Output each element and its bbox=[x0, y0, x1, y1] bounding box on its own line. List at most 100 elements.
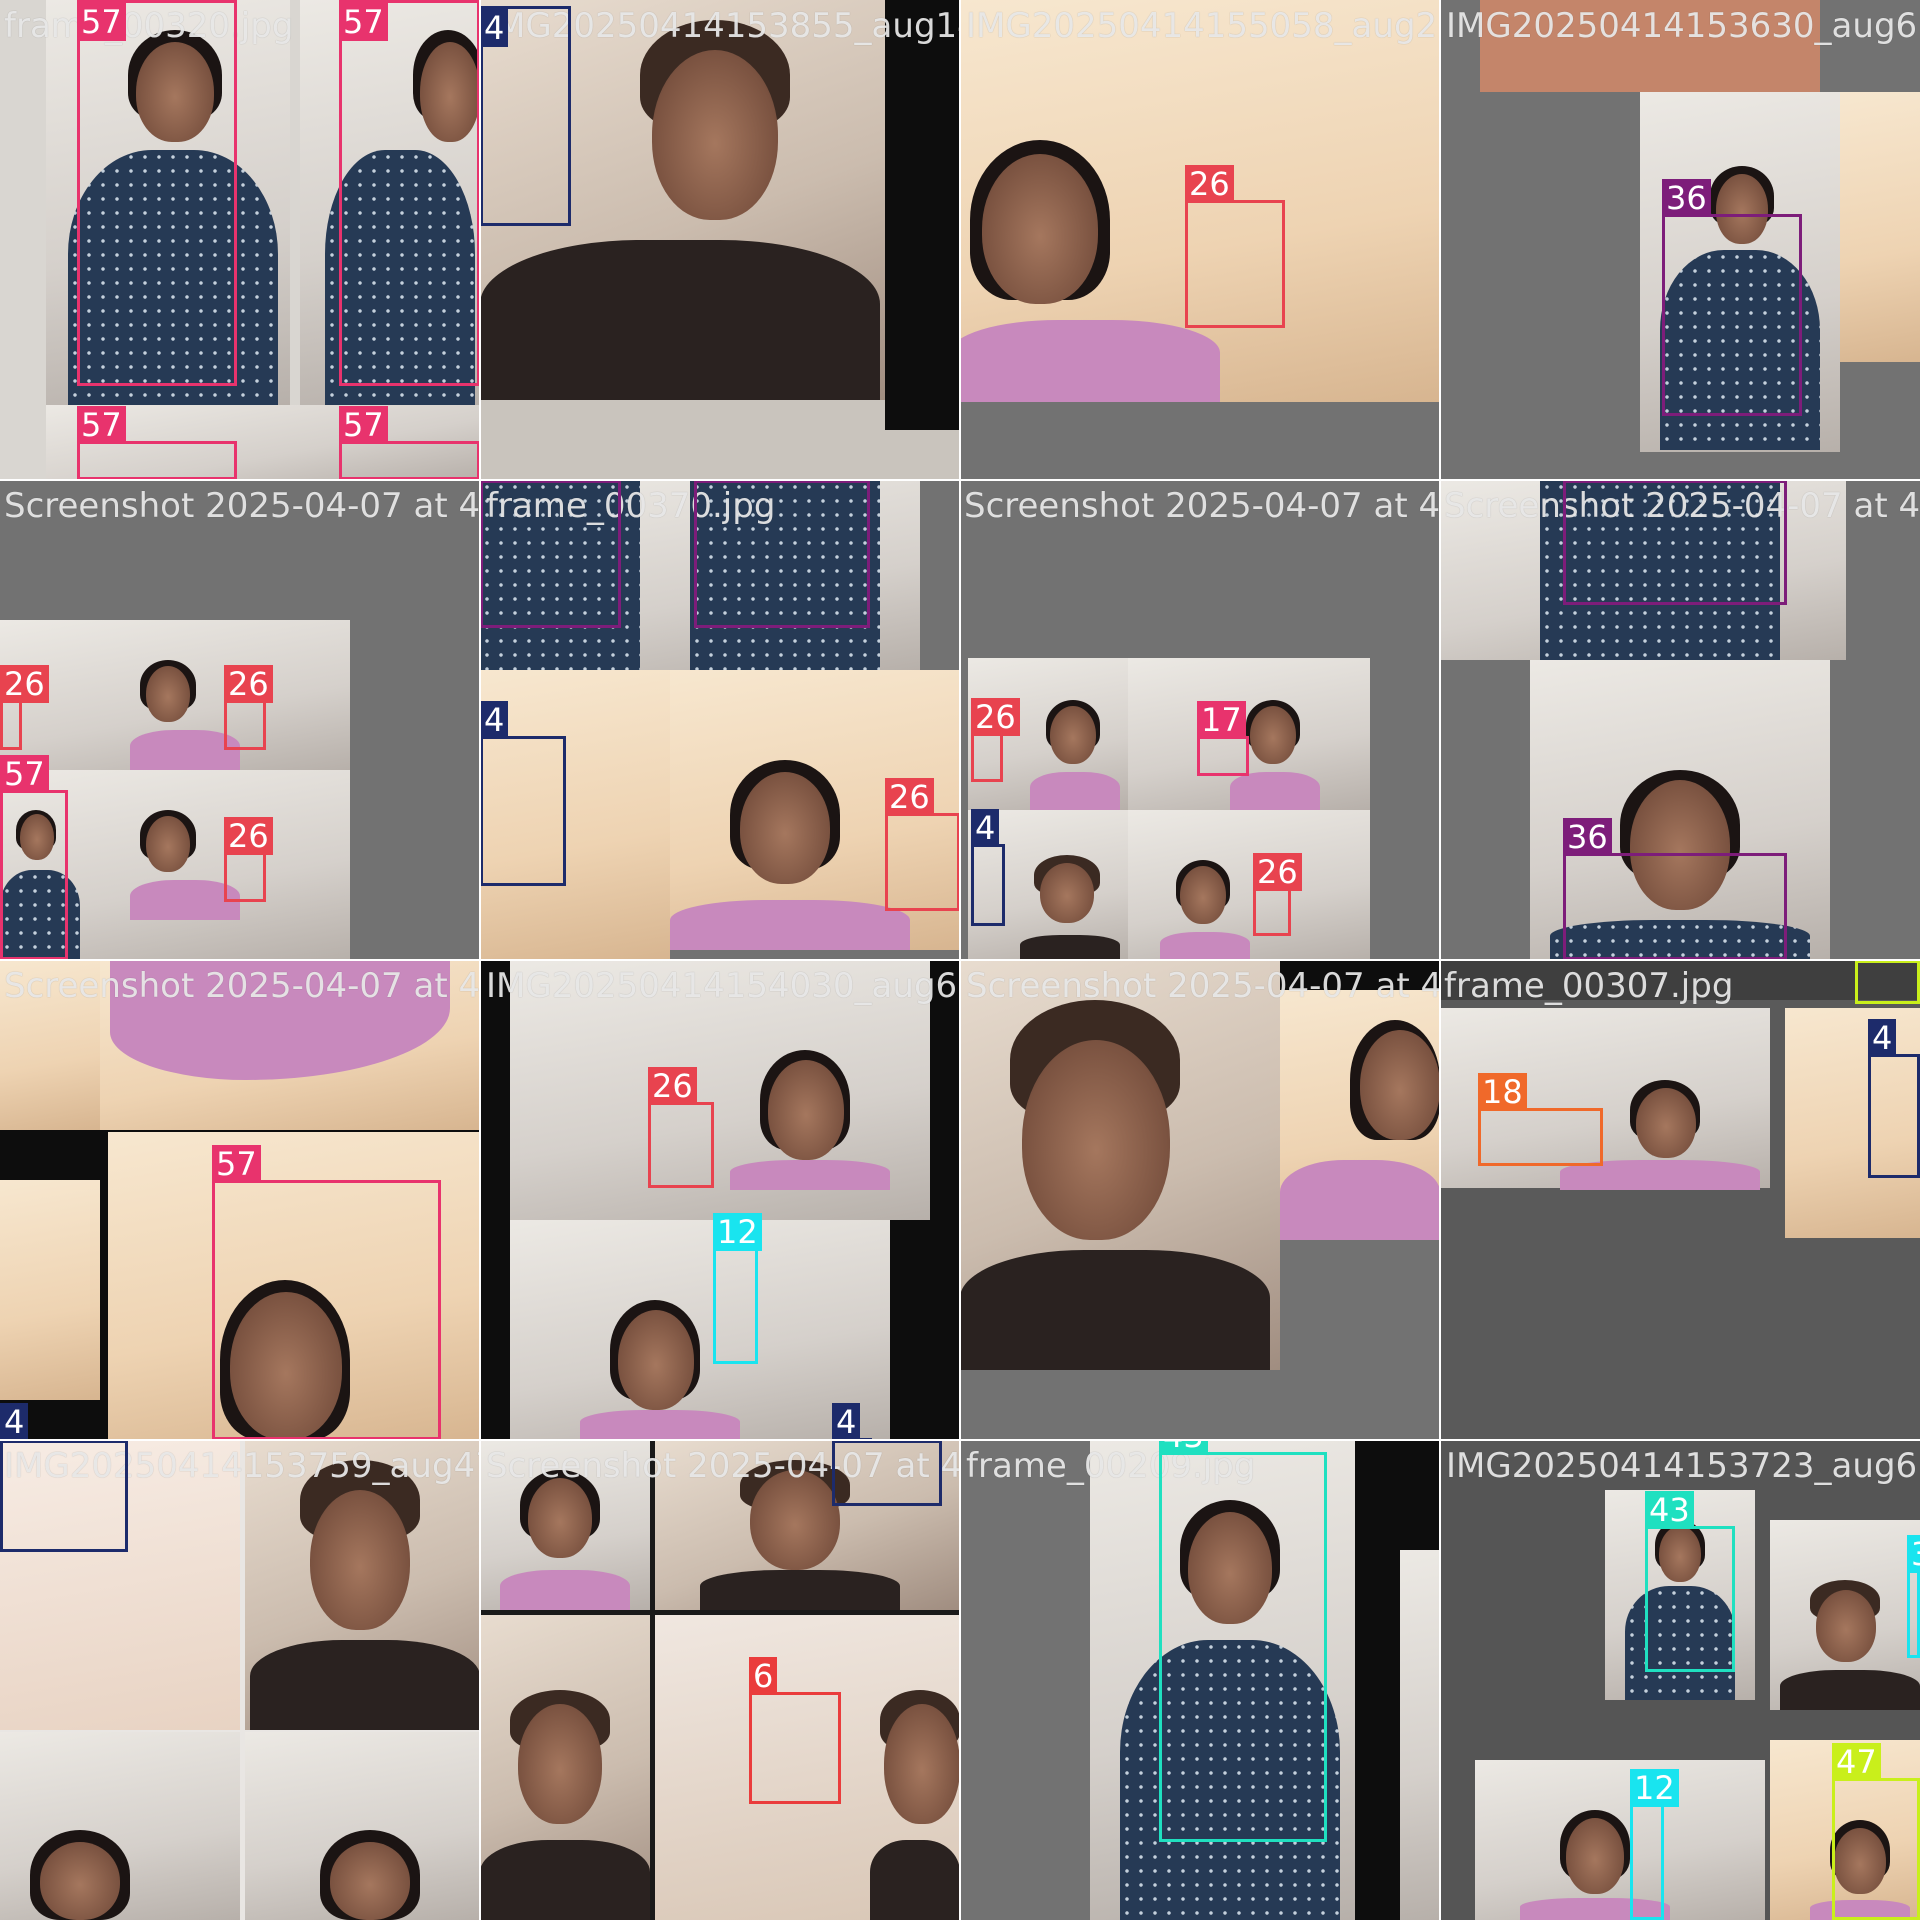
bounding-box: 4 bbox=[832, 1440, 942, 1506]
person-figure bbox=[250, 1460, 480, 1730]
mosaic-tile: frame_00370.jpg 36 36 4 26 bbox=[480, 480, 960, 960]
photo-region bbox=[0, 1180, 100, 1400]
bounding-box: 26 bbox=[648, 1067, 714, 1188]
image-filename-caption: IMG20250414154030_aug65 bbox=[486, 966, 960, 1006]
class-label: 57 bbox=[77, 3, 126, 41]
person-figure bbox=[1020, 855, 1120, 960]
person-figure bbox=[310, 1830, 430, 1920]
class-label: 4 bbox=[0, 1403, 29, 1440]
mosaic-tile: Screenshot 2025-04-07 at 4 36 36 bbox=[1440, 480, 1920, 960]
person-figure bbox=[20, 1830, 140, 1920]
class-label: 12 bbox=[713, 1213, 762, 1251]
bounding-box: 18 bbox=[1478, 1073, 1603, 1166]
bounding-box: 26 bbox=[0, 665, 49, 750]
class-label: 26 bbox=[648, 1067, 697, 1105]
bounding-box: 12 bbox=[713, 1213, 762, 1364]
mosaic-tile: IMG20250414153759_aug47.jpg 4 bbox=[0, 1440, 480, 1920]
class-label: 18 bbox=[1478, 1073, 1527, 1111]
mosaic-tile: frame_00209.jpg 43 bbox=[960, 1440, 1440, 1920]
class-label: 26 bbox=[224, 817, 273, 855]
bounding-box: 36 bbox=[694, 480, 870, 628]
person-figure bbox=[1160, 860, 1250, 960]
class-label: 4 bbox=[971, 809, 1000, 847]
bounding-box: 57 bbox=[339, 0, 480, 386]
bounding-box: 36 bbox=[1563, 818, 1787, 960]
person-figure bbox=[1780, 1580, 1920, 1710]
class-label: 43 bbox=[1645, 1491, 1694, 1529]
mosaic-tile: IMG20250414155058_aug21.jpg 26 bbox=[960, 0, 1440, 480]
class-label: 26 bbox=[1185, 165, 1234, 203]
class-label: 57 bbox=[77, 406, 126, 444]
bounding-box: 26 bbox=[224, 817, 273, 902]
bounding-box: 3 bbox=[1907, 1535, 1920, 1658]
person-figure bbox=[670, 760, 910, 950]
bounding-box: 26 bbox=[1185, 165, 1285, 328]
person-figure bbox=[870, 1690, 960, 1920]
bounding-box: 57 bbox=[77, 406, 237, 480]
bounding-box: 47 bbox=[1832, 1743, 1920, 1920]
bounding-box: 26 bbox=[1253, 853, 1302, 936]
class-label: 26 bbox=[0, 665, 49, 703]
image-filename-caption: Screenshot 2025-04-07 at 4 bbox=[4, 966, 480, 1006]
grid-divider bbox=[0, 479, 1920, 481]
grid-divider bbox=[0, 959, 1920, 961]
bounding-box: 12 bbox=[1630, 1769, 1679, 1920]
class-label: 43 bbox=[1159, 1440, 1208, 1455]
bounding-box: 4 bbox=[480, 701, 566, 886]
image-filename-caption: Screenshot 2025-04-07 at 4 bbox=[966, 966, 1440, 1006]
class-label: 26 bbox=[885, 778, 934, 816]
mosaic-tile: Screenshot 2025-04-07 at 4 26 17 4 26 bbox=[960, 480, 1440, 960]
mosaic-tile: IMG20250414154030_aug65 26 12 4 bbox=[480, 960, 960, 1440]
class-label: 17 bbox=[1197, 701, 1246, 739]
class-label: 4 bbox=[480, 9, 509, 47]
photo-region bbox=[885, 0, 960, 430]
bounding-box: 26 bbox=[224, 665, 273, 750]
photo-region bbox=[1400, 1550, 1440, 1920]
bounding-box: 47 bbox=[1855, 960, 1920, 1004]
mosaic-tile: Screenshot 2025-04-07 at 4 4 6 bbox=[480, 1440, 960, 1920]
class-label: 36 bbox=[1662, 179, 1711, 217]
mosaic-tile: frame_00307.jpg 47 4 18 bbox=[1440, 960, 1920, 1440]
person-figure bbox=[1030, 700, 1120, 810]
bounding-box: 4 bbox=[480, 6, 571, 226]
bounding-box: 26 bbox=[971, 698, 1020, 782]
class-label: 57 bbox=[212, 1145, 261, 1183]
mosaic-tile: IMG20250414153630_aug6 36 bbox=[1440, 0, 1920, 480]
class-label: 4 bbox=[1868, 1019, 1897, 1057]
person-figure bbox=[960, 140, 1220, 402]
photo-region bbox=[1840, 92, 1920, 362]
class-label: 47 bbox=[1832, 1743, 1881, 1781]
person-figure bbox=[480, 1690, 650, 1920]
image-filename-caption: IMG20250414155058_aug21.jpg bbox=[966, 6, 1440, 46]
training-batch-mosaic: frame_00320.jpg 57 57 57 57 IMG202504141… bbox=[0, 0, 1920, 1920]
image-filename-caption: Screenshot 2025-04-07 at 4 bbox=[4, 486, 480, 526]
class-label: 36 bbox=[1563, 818, 1612, 856]
person-figure bbox=[1280, 1020, 1440, 1240]
mosaic-tile: Screenshot 2025-04-07 at 4 bbox=[960, 960, 1440, 1440]
mosaic-tile: IMG20250414153723_aug6 43 3 12 47 bbox=[1440, 1440, 1920, 1920]
class-label: 57 bbox=[339, 3, 388, 41]
bounding-box: 36 bbox=[1563, 480, 1787, 605]
bounding-box: 4 bbox=[971, 809, 1005, 926]
bounding-box: 57 bbox=[0, 755, 68, 960]
mosaic-tile: IMG20250414153855_aug14.jpg 4 bbox=[480, 0, 960, 480]
class-label: 57 bbox=[339, 406, 388, 444]
class-label: 26 bbox=[1253, 853, 1302, 891]
bounding-box: 4 bbox=[0, 1440, 128, 1552]
bounding-box: 26 bbox=[885, 778, 960, 911]
mosaic-tile: Screenshot 2025-04-07 at 4 26 26 57 26 bbox=[0, 480, 480, 960]
bounding-box: 43 bbox=[1159, 1440, 1327, 1842]
class-label: 57 bbox=[0, 755, 49, 793]
person-figure bbox=[480, 20, 880, 400]
grid-divider bbox=[0, 1439, 1920, 1441]
person-figure bbox=[960, 1000, 1270, 1370]
bounding-box: 43 bbox=[1645, 1491, 1735, 1672]
bounding-box: 57 bbox=[339, 406, 480, 480]
image-filename-caption: Screenshot 2025-04-07 at 4 bbox=[964, 486, 1440, 526]
class-label: 3 bbox=[1907, 1535, 1920, 1573]
image-filename-caption: frame_00307.jpg bbox=[1444, 966, 1734, 1006]
class-label: 4 bbox=[480, 701, 509, 739]
mosaic-tile: frame_00320.jpg 57 57 57 57 bbox=[0, 0, 480, 480]
class-label: 4 bbox=[832, 1403, 861, 1440]
bounding-box: 57 bbox=[77, 0, 237, 386]
